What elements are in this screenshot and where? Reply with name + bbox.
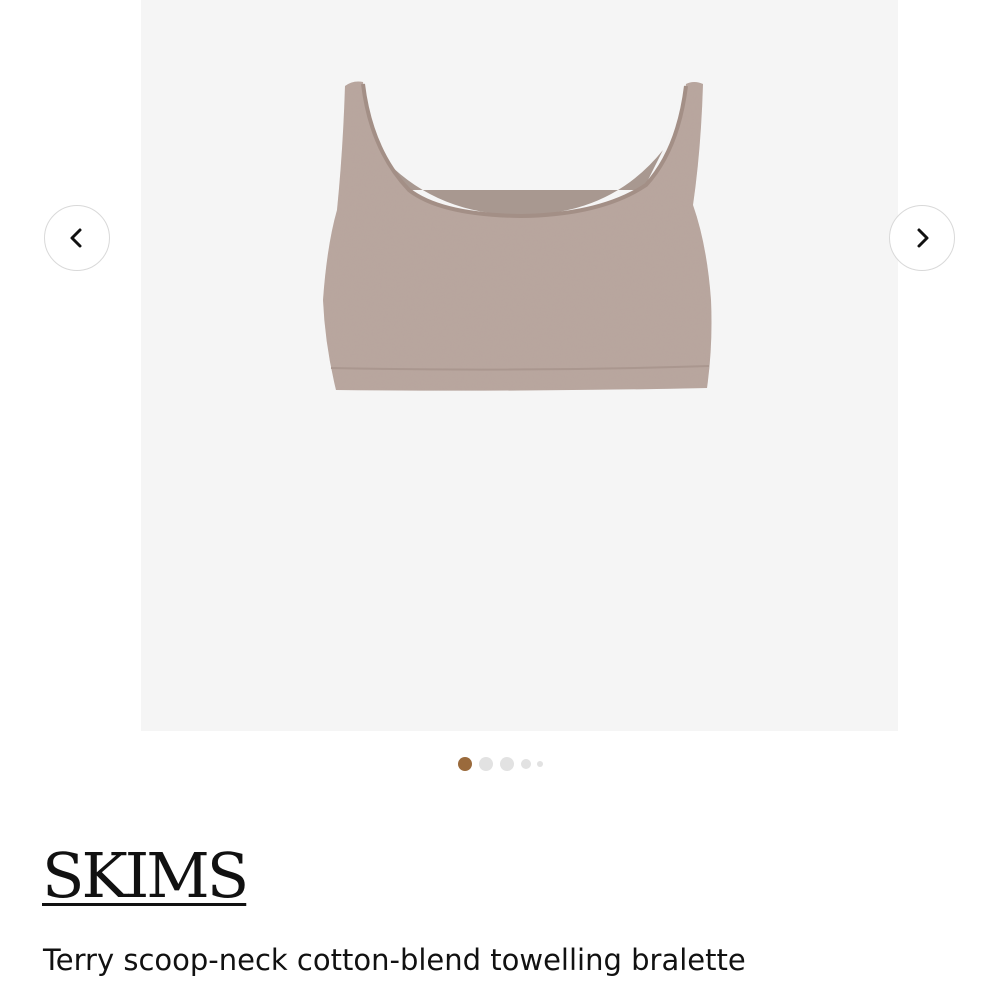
gallery-pagination-dots [0,756,1000,772]
chevron-right-icon [917,228,929,248]
pagination-dot-3[interactable] [500,757,514,771]
product-page: SKIMS Terry scoop-neck cotton-blend towe… [0,0,1000,1000]
pagination-dot-2[interactable] [479,757,493,771]
product-title: Terry scoop-neck cotton-blend towelling … [43,943,746,977]
pagination-dot-5[interactable] [537,761,543,767]
brand-link[interactable]: SKIMS [42,838,249,914]
pagination-dot-1[interactable] [458,757,472,771]
next-image-button[interactable] [889,205,955,271]
product-image-gallery[interactable] [141,0,898,731]
chevron-left-icon [70,228,82,248]
bralette-product-image [323,81,712,391]
pagination-dot-4[interactable] [521,759,531,769]
previous-image-button[interactable] [44,205,110,271]
